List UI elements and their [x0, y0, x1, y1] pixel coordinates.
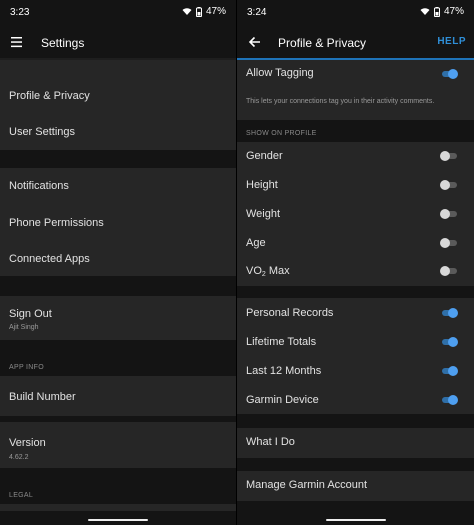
legal-header: LEGAL	[9, 492, 34, 499]
profile-fields-group: Gender Height Weight Age VO2 Max	[237, 142, 474, 286]
personal-records-toggle[interactable]	[440, 308, 458, 318]
version-label: Version	[9, 437, 46, 449]
status-time: 3:24	[247, 7, 267, 18]
allow-tagging-row: Allow Tagging This lets your connections…	[237, 60, 474, 120]
profile-privacy-screen: 3:24 47% Profile & Privacy HELP Allow Ta…	[237, 0, 474, 525]
weight-label: Weight	[246, 208, 281, 220]
phone-permissions-item[interactable]: Phone Permissions	[9, 217, 104, 229]
navigation-bar	[237, 511, 474, 525]
personal-records-label: Personal Records	[246, 307, 334, 319]
battery-percent: 47%	[443, 6, 464, 17]
build-number-row: Build Number	[0, 376, 236, 416]
profile-privacy-item[interactable]: Profile & Privacy	[9, 90, 90, 102]
header-spacer	[0, 60, 236, 78]
notifications-item[interactable]: Notifications	[9, 180, 69, 192]
lifetime-totals-label: Lifetime Totals	[246, 336, 317, 348]
height-toggle[interactable]	[440, 180, 458, 190]
status-time: 3:23	[10, 7, 30, 18]
wifi-icon	[182, 8, 192, 15]
gender-toggle[interactable]	[440, 151, 458, 161]
signed-in-user: Ajit Singh	[9, 324, 39, 331]
help-button[interactable]: HELP	[437, 36, 466, 47]
navigation-bar	[0, 511, 236, 525]
app-bar: Settings	[0, 24, 236, 59]
show-on-profile-header: SHOW ON PROFILE	[246, 130, 317, 137]
weight-toggle[interactable]	[440, 209, 458, 219]
user-settings-item[interactable]: User Settings	[9, 126, 75, 138]
wifi-icon	[420, 8, 430, 15]
height-label: Height	[246, 179, 278, 191]
battery-percent: 47%	[205, 6, 226, 17]
manage-garmin-account-item[interactable]: Manage Garmin Account	[246, 479, 367, 491]
garmin-device-label: Garmin Device	[246, 394, 319, 406]
status-bar: 3:23 47%	[0, 0, 236, 24]
app-info-header: APP INFO	[9, 364, 44, 371]
allow-tagging-toggle[interactable]	[440, 69, 458, 79]
battery-icon	[195, 6, 202, 17]
vo2-max-label: VO2 Max	[246, 265, 290, 278]
status-icons: 47%	[420, 6, 464, 17]
connected-apps-item[interactable]: Connected Apps	[9, 253, 90, 265]
version-row: Version 4.62.2	[0, 422, 236, 468]
what-i-do-item[interactable]: What I Do	[246, 436, 295, 448]
menu-icon[interactable]	[8, 33, 28, 51]
home-handle[interactable]	[325, 519, 386, 521]
back-arrow-icon[interactable]	[245, 33, 265, 51]
page-title: Profile & Privacy	[278, 36, 367, 50]
battery-icon	[433, 6, 440, 17]
page-title: Settings	[41, 36, 85, 50]
manage-account-row[interactable]: Manage Garmin Account	[237, 471, 474, 501]
vo2-max-toggle[interactable]	[440, 266, 458, 276]
sign-out-item[interactable]: Sign Out	[9, 308, 52, 320]
settings-screen: 3:23 47% Settings Profile & Privacy User…	[0, 0, 236, 525]
allow-tagging-note: This lets your connections tag you in th…	[246, 98, 435, 105]
sign-out-group[interactable]: Sign Out Ajit Singh	[0, 296, 236, 340]
garmin-device-toggle[interactable]	[440, 395, 458, 405]
age-label: Age	[246, 237, 266, 249]
status-bar: 3:24 47%	[237, 0, 474, 24]
vo2-prefix: VO	[246, 265, 262, 277]
version-value: 4.62.2	[9, 454, 29, 461]
age-toggle[interactable]	[440, 238, 458, 248]
app-bar: Profile & Privacy HELP	[237, 24, 474, 59]
last-12-months-label: Last 12 Months	[246, 365, 322, 377]
last-12-months-toggle[interactable]	[440, 366, 458, 376]
what-i-do-row[interactable]: What I Do	[237, 428, 474, 458]
allow-tagging-label: Allow Tagging	[246, 67, 314, 79]
app-group: Notifications Phone Permissions Connecte…	[0, 168, 236, 276]
vo2-suffix: Max	[265, 265, 290, 277]
status-icons: 47%	[182, 6, 226, 17]
home-handle[interactable]	[88, 519, 148, 521]
stats-group: Personal Records Lifetime Totals Last 12…	[237, 298, 474, 414]
profile-group: Profile & Privacy User Settings	[0, 78, 236, 150]
vo2-subscript: 2	[261, 271, 266, 278]
lifetime-totals-toggle[interactable]	[440, 337, 458, 347]
gender-label: Gender	[246, 150, 283, 162]
build-number-label: Build Number	[9, 391, 76, 403]
